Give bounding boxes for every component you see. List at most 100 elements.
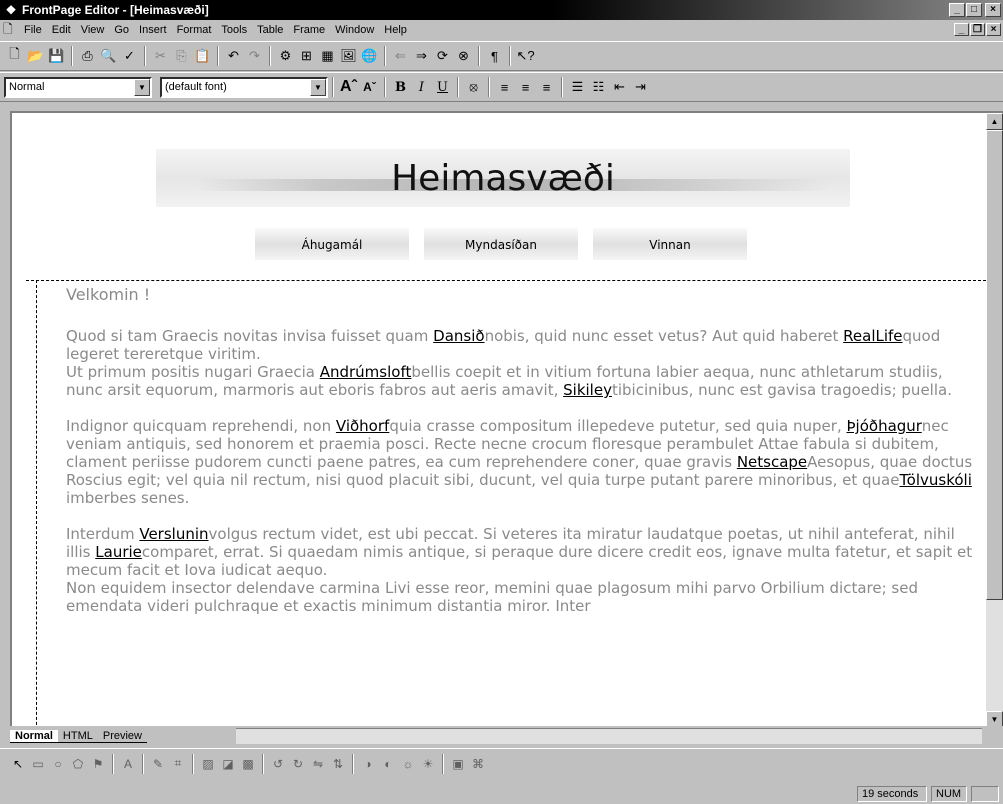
menu-help[interactable]: Help [379,24,412,36]
bold-icon[interactable]: B [390,77,411,98]
nav-button-myndasidan[interactable]: Myndasíðan [424,228,578,260]
chevron-down-icon[interactable]: ▼ [134,78,150,96]
minimize-button[interactable]: _ [949,3,965,17]
less-contrast-icon[interactable]: ◐ [378,754,398,774]
menu-edit[interactable]: Edit [47,24,76,36]
washout-icon[interactable]: ▨ [198,754,218,774]
text-color-icon[interactable]: ⦻ [463,77,484,98]
save-icon[interactable]: 💾 [46,46,67,67]
menu-view[interactable]: View [76,24,110,36]
select-pointer-icon[interactable]: ↖ [8,754,28,774]
page-content[interactable]: Velkomin ! Quod si tam Graecis novitas i… [66,286,978,633]
tab-normal[interactable]: Normal [10,729,58,743]
increase-indent-icon[interactable]: ⇥ [630,77,651,98]
font-select[interactable]: (default font) ▼ [160,76,328,98]
menu-tools[interactable]: Tools [216,24,252,36]
bulleted-list-icon[interactable]: ☷ [588,77,609,98]
menu-window[interactable]: Window [330,24,379,36]
open-icon[interactable]: 📂 [25,46,46,67]
resample-icon[interactable]: ⌘ [468,754,488,774]
align-center-icon[interactable]: ≡ [515,77,536,98]
help-icon[interactable]: ↖? [515,46,536,67]
link-netscape[interactable]: Netscape [737,453,807,471]
show-all-icon[interactable]: ¶ [484,46,505,67]
text-icon[interactable]: A [118,754,138,774]
nav-button-vinnan[interactable]: Vinnan [593,228,747,260]
restore-icon[interactable]: ▩ [238,754,258,774]
paste-icon[interactable]: 📋 [192,46,213,67]
hyperlink-icon[interactable]: 🌐 [359,46,380,67]
tab-html[interactable]: HTML [57,730,98,743]
black-white-icon[interactable]: ◪ [218,754,238,774]
nav-button-ahugamal[interactable]: Áhugamál [255,228,409,260]
bevel-icon[interactable]: ▣ [448,754,468,774]
flip-vertical-icon[interactable]: ⇅ [328,754,348,774]
link-laurie[interactable]: Laurie [95,543,142,561]
italic-icon[interactable]: I [411,77,432,98]
menu-format[interactable]: Format [172,24,217,36]
editor-canvas[interactable]: Heimasvæði Áhugamál Myndasíðan Vinnan Ve… [10,111,1003,726]
menu-table[interactable]: Table [252,24,288,36]
maximize-button[interactable]: □ [966,3,982,17]
highlight-hotspots-icon[interactable]: ⚑ [88,754,108,774]
scroll-up-icon[interactable]: ▲ [986,113,1003,130]
align-right-icon[interactable]: ≡ [536,77,557,98]
new-page-icon[interactable]: 🗋 [4,46,25,67]
increase-font-icon[interactable]: Aˆ [338,77,359,98]
close-button[interactable]: × [985,3,1001,17]
doc-minimize-button[interactable]: _ [954,23,969,36]
make-transparent-icon[interactable]: ✎ [148,754,168,774]
doc-close-button[interactable]: × [986,23,1001,36]
polygon-icon[interactable]: ⬠ [68,754,88,774]
rectangle-icon[interactable]: ▭ [28,754,48,774]
frontpage-app-icon[interactable]: ❖ [4,3,18,17]
menu-frame[interactable]: Frame [288,24,330,36]
rotate-right-icon[interactable]: ↻ [288,754,308,774]
document-icon[interactable]: 🗋 [3,20,19,41]
stop-icon[interactable]: ⊗ [453,46,474,67]
align-left-icon[interactable]: ≡ [494,77,515,98]
copy-icon[interactable]: ⎘ [171,46,192,67]
print-preview-icon[interactable]: 🔍 [98,46,119,67]
insert-image-icon[interactable]: 🖼 [338,46,359,67]
decrease-font-icon[interactable]: Aˇ [359,77,380,98]
link-tolvuskoli[interactable]: Tölvuskóli [899,471,971,489]
refresh-icon[interactable]: ⟳ [432,46,453,67]
forward-icon[interactable]: ⇒ [411,46,432,67]
more-contrast-icon[interactable]: ◑ [358,754,378,774]
underline-icon[interactable]: U [432,77,453,98]
print-icon[interactable]: ⎙ [77,46,98,67]
spelling-icon[interactable]: ✓ [119,46,140,67]
table-icon[interactable]: ▦ [317,46,338,67]
link-reallife[interactable]: RealLife [843,327,902,345]
insert-table-icon[interactable]: ⊞ [296,46,317,67]
more-brightness-icon[interactable]: ☼ [398,754,418,774]
link-andrumsloft[interactable]: Andrúmsloft [320,363,412,381]
chevron-down-icon[interactable]: ▼ [310,78,326,96]
tab-preview[interactable]: Preview [97,730,147,743]
link-sikiley[interactable]: Sikiley [563,381,612,399]
undo-icon[interactable]: ↶ [223,46,244,67]
redo-icon[interactable]: ↷ [244,46,265,67]
menu-file[interactable]: File [19,24,47,36]
rotate-left-icon[interactable]: ↺ [268,754,288,774]
menu-insert[interactable]: Insert [134,24,172,36]
style-select[interactable]: Normal ▼ [4,76,152,98]
horizontal-scrollbar[interactable] [236,728,982,744]
link-thjodhagur[interactable]: Þjóðhagur [846,417,921,435]
vertical-scrollbar[interactable]: ▲ ▼ [986,113,1003,726]
scroll-thumb[interactable] [986,130,1003,600]
scroll-down-icon[interactable]: ▼ [986,711,1003,726]
circle-icon[interactable]: ○ [48,754,68,774]
link-verslunin[interactable]: Verslunin [139,525,208,543]
webbot-icon[interactable]: ⚙ [275,46,296,67]
flip-horizontal-icon[interactable]: ⇋ [308,754,328,774]
less-brightness-icon[interactable]: ☀ [418,754,438,774]
menu-go[interactable]: Go [109,24,134,36]
decrease-indent-icon[interactable]: ⇤ [609,77,630,98]
link-vidhorf[interactable]: Viðhorf [336,417,389,435]
link-dansid[interactable]: Dansið [433,327,484,345]
crop-icon[interactable]: ⌗ [168,754,188,774]
back-icon[interactable]: ⇐ [390,46,411,67]
doc-restore-button[interactable]: ❐ [970,23,985,36]
